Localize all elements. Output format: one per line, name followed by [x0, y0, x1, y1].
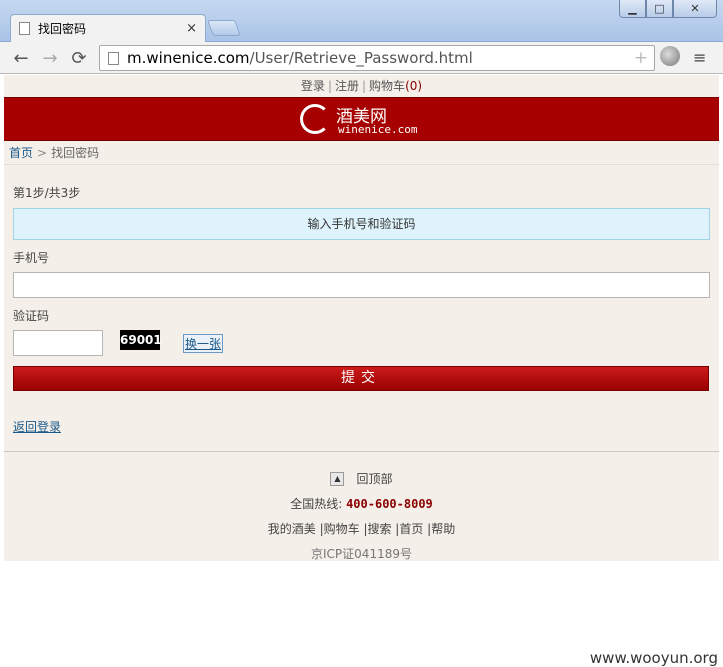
- browser-window: ▁ □ ✕ 找回密码 × ← → ⟳ m.winenice.com/User/R…: [0, 0, 723, 667]
- back-to-top[interactable]: ▲ 回顶部: [4, 470, 719, 487]
- logo-mark-icon[interactable]: [300, 104, 330, 134]
- cart-count: (0): [405, 79, 423, 93]
- browser-toolbar: ← → ⟳ m.winenice.com/User/Retrieve_Passw…: [0, 42, 723, 74]
- separator: |: [362, 79, 367, 93]
- site-banner: 酒美网 winenice.com: [4, 97, 719, 141]
- arrow-up-icon[interactable]: ▲: [330, 471, 345, 486]
- breadcrumb: 首页 > 找回密码: [4, 141, 719, 165]
- phone-label: 手机号: [13, 251, 50, 265]
- breadcrumb-home[interactable]: 首页: [9, 146, 33, 160]
- captcha-input[interactable]: [13, 330, 103, 356]
- title-bar: ▁ □ ✕ 找回密码 ×: [0, 0, 723, 42]
- forward-button[interactable]: →: [39, 47, 61, 69]
- cart-link[interactable]: 购物车: [369, 79, 405, 93]
- submit-button[interactable]: 提交: [13, 366, 709, 391]
- step-title: 输入手机号和验证码: [13, 208, 710, 240]
- hotline-label: 全国热线:: [290, 497, 343, 511]
- captcha-image[interactable]: 69001: [120, 330, 162, 350]
- window-controls: ▁ □ ✕: [619, 0, 717, 18]
- top-links: 登录 | 注册 | 购物车(0): [4, 75, 719, 97]
- page-icon: [19, 22, 30, 35]
- page-content: 登录 | 注册 | 购物车(0) 酒美网 winenice.com 首页 > 找回密码 第1…: [4, 75, 719, 561]
- captcha-row: 69001 换一张: [13, 330, 710, 356]
- step-indicator: 第1步/共3步: [13, 186, 81, 200]
- back-to-login-link[interactable]: 返回登录: [13, 418, 61, 435]
- bookmark-add-icon[interactable]: +: [634, 48, 648, 68]
- watermark: www.wooyun.org: [589, 649, 718, 667]
- login-link[interactable]: 登录: [301, 79, 325, 93]
- hotline-number: 400-600-8009: [346, 497, 433, 511]
- hotline: 全国热线: 400-600-8009: [4, 495, 719, 512]
- tab-close-icon[interactable]: ×: [186, 21, 197, 36]
- url-text: m.winenice.com/User/Retrieve_Password.ht…: [127, 49, 473, 67]
- browser-tab[interactable]: 找回密码 ×: [10, 14, 206, 42]
- change-captcha-link[interactable]: 换一张: [183, 334, 224, 353]
- footer: ▲ 回顶部 全国热线: 400-600-8009 我的酒美 |购物车 |搜索 |…: [4, 451, 719, 561]
- minimize-button[interactable]: ▁: [619, 0, 646, 18]
- logo-domain[interactable]: winenice.com: [338, 123, 417, 136]
- code-label: 验证码: [13, 309, 50, 323]
- reload-button[interactable]: ⟳: [68, 47, 90, 69]
- chevron-right-icon: >: [37, 146, 48, 160]
- url-path: /User/Retrieve_Password.html: [249, 49, 473, 67]
- menu-icon[interactable]: ≡: [693, 48, 706, 67]
- address-bar[interactable]: m.winenice.com/User/Retrieve_Password.ht…: [99, 45, 655, 71]
- back-button[interactable]: ←: [10, 47, 32, 69]
- page-icon: [108, 51, 119, 65]
- maximize-button[interactable]: □: [646, 0, 673, 18]
- footer-links[interactable]: 我的酒美 |购物车 |搜索 |首页 |帮助: [4, 520, 719, 537]
- separator: |: [327, 79, 332, 93]
- new-tab-button[interactable]: [207, 20, 241, 36]
- icp-license: 京ICP证041189号: [311, 547, 412, 561]
- breadcrumb-current: 找回密码: [51, 146, 100, 160]
- url-host: m.winenice.com: [127, 49, 250, 67]
- tab-title: 找回密码: [38, 22, 87, 36]
- close-window-button[interactable]: ✕: [673, 0, 717, 18]
- back-to-top-label[interactable]: 回顶部: [356, 470, 392, 487]
- globe-icon[interactable]: [660, 46, 680, 66]
- retrieve-form: 第1步/共3步 输入手机号和验证码 手机号 验证码 69001 换一张 提交 返…: [4, 184, 719, 435]
- phone-input[interactable]: [13, 272, 710, 298]
- register-link[interactable]: 注册: [335, 79, 359, 93]
